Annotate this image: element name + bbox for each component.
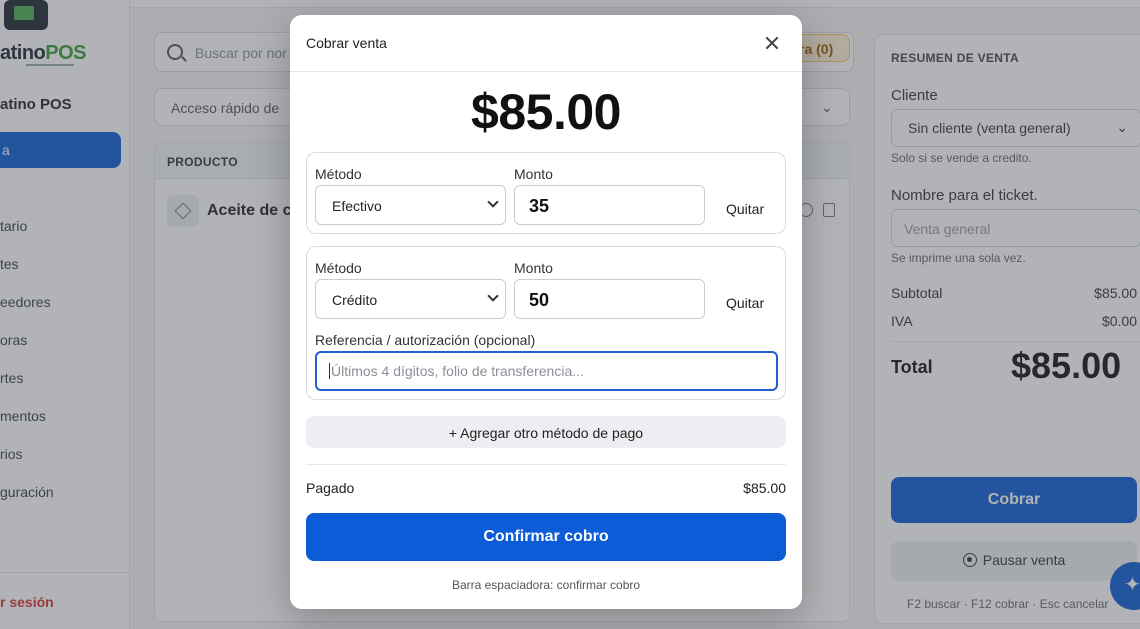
reference-input[interactable]: Últimos 4 dígitos, folio de transferenci…: [315, 351, 778, 391]
payment-dialog: Cobrar venta $85.00 Método Monto Efectiv…: [290, 15, 802, 609]
reference-placeholder: Últimos 4 dígitos, folio de transferenci…: [331, 363, 584, 379]
dialog-header: Cobrar venta: [290, 15, 802, 72]
chevron-down-icon: [487, 290, 499, 302]
text-caret: [329, 363, 330, 379]
chevron-down-icon: [487, 196, 499, 208]
keyboard-hint: Barra espaciadora: confirmar cobro: [451, 578, 641, 592]
payment-line-1: Método Monto Efectivo 35 Quitar: [306, 152, 786, 234]
close-icon[interactable]: [762, 33, 782, 53]
dialog-divider: [306, 464, 786, 465]
method-label: Método: [315, 260, 362, 276]
method-label: Método: [315, 166, 362, 182]
payment-amount-input[interactable]: 50: [514, 279, 705, 319]
reference-label: Referencia / autorización (opcional): [315, 332, 536, 348]
amount-label: Monto: [514, 260, 553, 276]
confirm-payment-button[interactable]: Confirmar cobro: [306, 513, 786, 561]
dialog-title: Cobrar venta: [306, 35, 387, 51]
remove-payment-button[interactable]: Quitar: [726, 295, 764, 311]
payment-amount-input[interactable]: 35: [514, 185, 705, 225]
remove-payment-button[interactable]: Quitar: [726, 201, 764, 217]
amount-label: Monto: [514, 166, 553, 182]
amount-due: $85.00: [471, 84, 621, 140]
paid-value: $85.00: [743, 480, 786, 496]
payment-method-select[interactable]: Crédito: [315, 279, 506, 319]
payment-line-2: Método Monto Crédito 50 Quitar Referenci…: [306, 246, 786, 400]
payment-method-select[interactable]: Efectivo: [315, 185, 506, 225]
add-payment-method-button[interactable]: + Agregar otro método de pago: [306, 416, 786, 448]
